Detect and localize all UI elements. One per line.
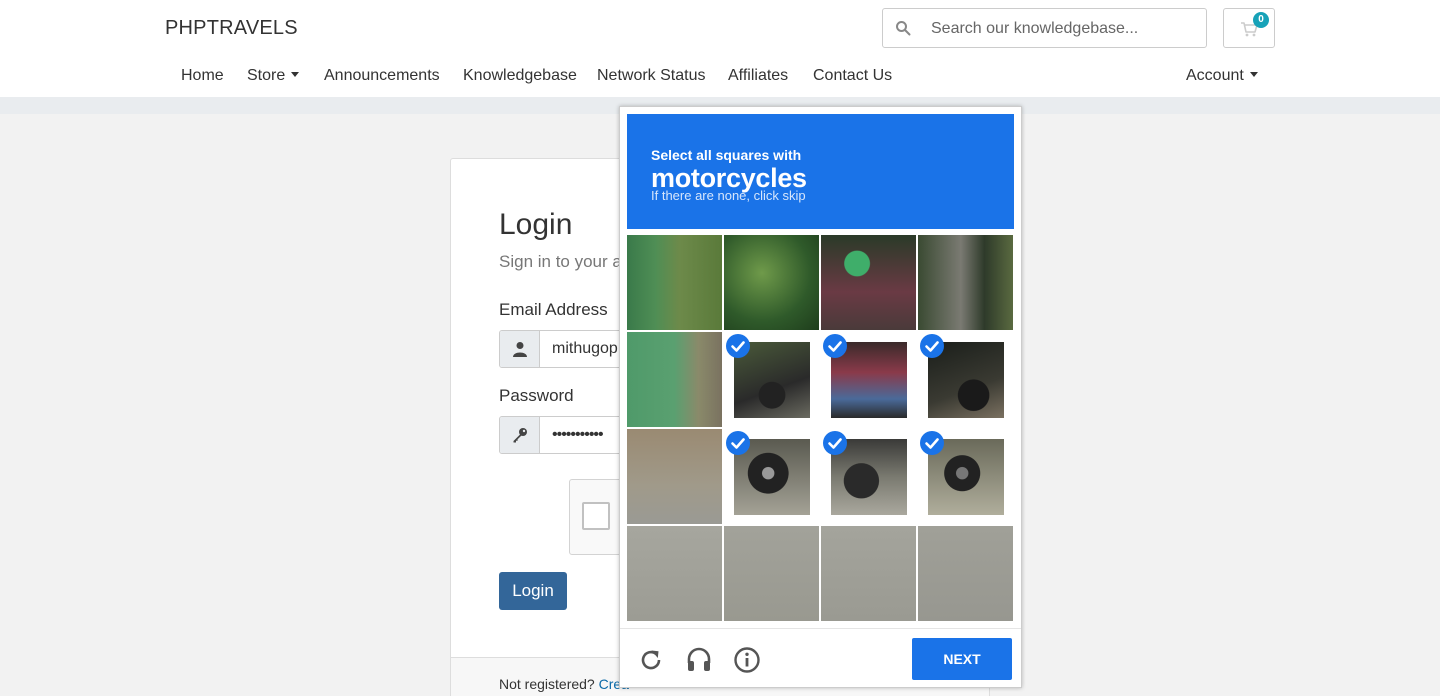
checkmark-icon (920, 334, 944, 358)
nav-store-label: Store (247, 67, 286, 84)
captcha-tile[interactable] (627, 429, 722, 524)
nav-account[interactable]: Account (1186, 67, 1258, 85)
nav-store[interactable]: Store (247, 67, 300, 85)
nav-home[interactable]: Home (181, 67, 224, 85)
captcha-tile[interactable] (627, 332, 722, 427)
chevron-down-icon (291, 71, 300, 77)
captcha-challenge-popup: Select all squares with motorcycles If t… (619, 106, 1022, 688)
email-addon (500, 331, 540, 367)
checkmark-icon (823, 334, 847, 358)
captcha-tile[interactable] (918, 429, 1013, 524)
checkmark-icon (726, 431, 750, 455)
captcha-tile-image (821, 526, 916, 621)
captcha-tile-image (627, 429, 722, 524)
captcha-tile[interactable] (627, 235, 722, 330)
reload-icon[interactable] (637, 646, 665, 674)
captcha-tile-image (918, 235, 1013, 330)
login-button[interactable]: Login (499, 572, 567, 610)
captcha-tile[interactable] (918, 235, 1013, 330)
register-prompt: Not registered? Crea (499, 676, 629, 692)
captcha-tile[interactable] (821, 429, 916, 524)
info-icon[interactable] (733, 646, 761, 674)
email-value: mithugop (552, 340, 618, 357)
next-button[interactable]: NEXT (912, 638, 1012, 680)
captcha-tile[interactable] (724, 235, 819, 330)
captcha-tile[interactable] (724, 429, 819, 524)
captcha-tile-image (627, 526, 722, 621)
checkmark-icon (823, 431, 847, 455)
register-text: Not registered? (499, 676, 595, 692)
brand-logo[interactable]: PHPTRAVELS (165, 17, 298, 40)
login-subtitle: Sign in to your a (499, 252, 622, 271)
captcha-tile[interactable] (821, 332, 916, 427)
search-input[interactable] (931, 17, 1196, 41)
challenge-hint: If there are none, click skip (651, 188, 806, 203)
captcha-tile-image (724, 235, 819, 330)
nav-account-label: Account (1186, 67, 1244, 84)
password-value: ••••••••••• (552, 426, 604, 443)
cart-count-badge: 0 (1253, 12, 1269, 28)
nav-network-status[interactable]: Network Status (597, 67, 705, 85)
key-icon (513, 428, 527, 443)
captcha-tile[interactable] (821, 526, 916, 621)
nav-contact-us[interactable]: Contact Us (813, 67, 892, 85)
cart-button[interactable]: 0 (1223, 8, 1275, 48)
recaptcha-checkbox[interactable] (582, 502, 610, 530)
captcha-tile-image (918, 526, 1013, 621)
nav-affiliates[interactable]: Affiliates (728, 67, 788, 85)
site-header: PHPTRAVELS 0 Home Store Announcements Kn… (0, 0, 1440, 97)
chevron-down-icon (1249, 71, 1258, 77)
page-title: Login (499, 208, 573, 241)
captcha-tile-image (724, 526, 819, 621)
checkmark-icon (920, 431, 944, 455)
captcha-tile[interactable] (918, 332, 1013, 427)
captcha-tile[interactable] (627, 526, 722, 621)
captcha-image-grid (627, 235, 1014, 622)
nav-knowledgebase[interactable]: Knowledgebase (463, 67, 577, 85)
nav-announcements[interactable]: Announcements (324, 67, 440, 85)
challenge-header: Select all squares with motorcycles If t… (627, 114, 1014, 229)
challenge-footer: NEXT (620, 628, 1021, 688)
challenge-instruction: Select all squares with (651, 147, 802, 163)
main-navigation: Home Store Announcements Knowledgebase N… (0, 58, 1440, 96)
captcha-tile-image (627, 235, 722, 330)
captcha-tile[interactable] (918, 526, 1013, 621)
password-label: Password (499, 386, 574, 405)
email-label: Email Address (499, 300, 608, 319)
captcha-tile[interactable] (724, 332, 819, 427)
captcha-tile-image (627, 332, 722, 427)
user-icon (513, 342, 527, 357)
captcha-tile[interactable] (724, 526, 819, 621)
captcha-tile[interactable] (821, 235, 916, 330)
captcha-tile-image (821, 235, 916, 330)
search-icon (896, 21, 911, 36)
password-addon (500, 417, 540, 453)
checkmark-icon (726, 334, 750, 358)
knowledgebase-search[interactable] (882, 8, 1207, 48)
audio-challenge-icon[interactable] (685, 646, 713, 674)
